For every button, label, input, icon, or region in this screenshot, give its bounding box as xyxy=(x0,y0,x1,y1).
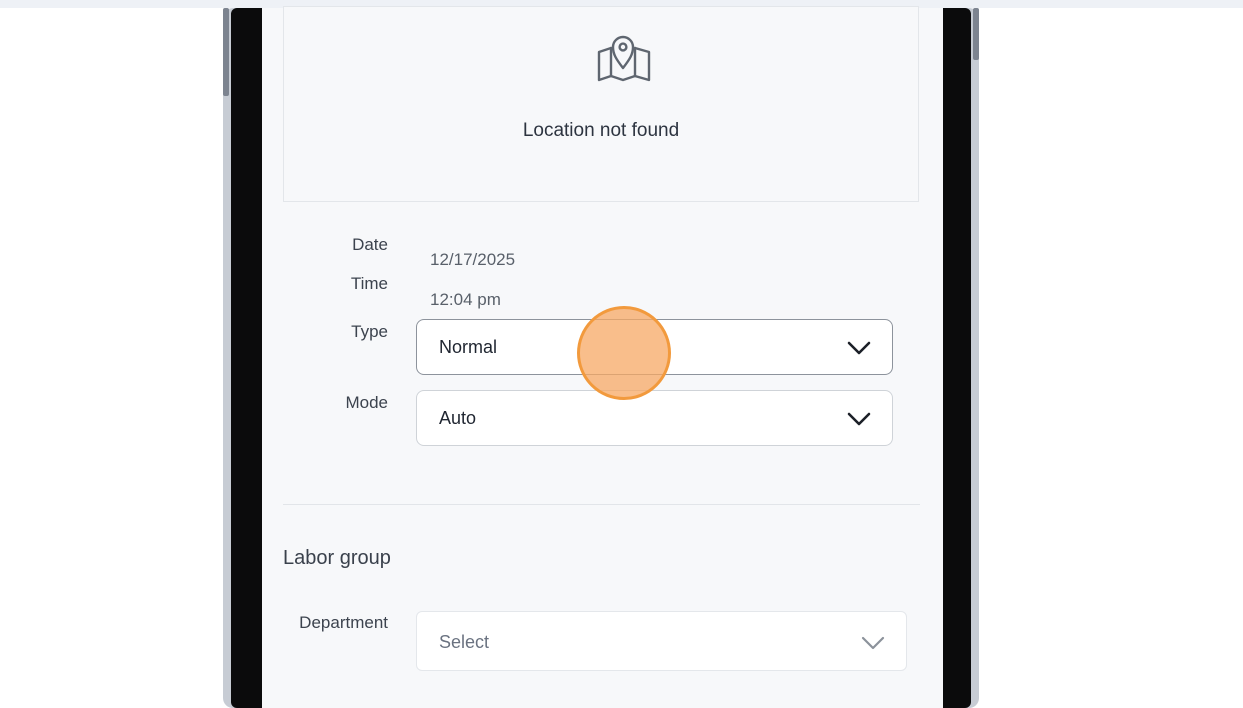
time-value: 12:04 pm xyxy=(430,290,501,309)
department-select[interactable]: Select xyxy=(416,611,907,671)
type-label: Type xyxy=(351,322,388,341)
date-label: Date xyxy=(352,235,388,254)
mode-label: Mode xyxy=(345,393,388,412)
department-label: Department xyxy=(299,613,388,632)
department-select-placeholder: Select xyxy=(439,632,490,652)
chevron-down-icon xyxy=(847,412,871,426)
click-indicator xyxy=(577,306,671,400)
phone-side-button-right xyxy=(973,8,979,60)
time-label: Time xyxy=(350,274,388,293)
date-value: 12/17/2025 xyxy=(430,250,516,269)
chevron-down-icon xyxy=(847,341,871,355)
labor-group-title: Labor group xyxy=(283,547,391,569)
location-map-card: Location not found xyxy=(283,6,919,202)
mode-select[interactable]: Auto xyxy=(416,390,893,446)
map-pin-icon xyxy=(597,35,651,82)
type-select-value: Normal xyxy=(439,337,498,357)
section-divider xyxy=(283,504,920,505)
mode-select-value: Auto xyxy=(439,408,477,428)
location-not-found-text: Location not found xyxy=(522,120,680,141)
phone-side-button-left xyxy=(223,8,229,96)
chevron-down-icon xyxy=(861,636,885,650)
